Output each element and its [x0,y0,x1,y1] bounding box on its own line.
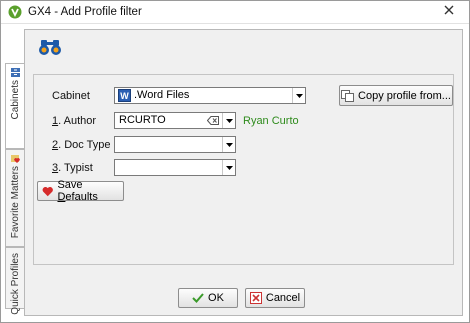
ok-button[interactable]: OK [178,288,238,308]
profile-fields-group: Cabinet W .Word Files Copy profile from.… [33,74,454,265]
tab-cabinets[interactable]: Cabinets [5,63,24,149]
svg-text:W: W [120,91,129,101]
cancel-label: Cancel [265,292,301,304]
cabinet-label: Cabinet [52,90,90,102]
tab-favorite-matters-label: Favorite Matters [9,166,21,239]
title-bar: GX4 - Add Profile filter [1,1,469,24]
typist-field[interactable] [114,159,236,176]
typist-dropdown-arrow[interactable] [222,160,235,175]
heart-folder-icon [10,155,20,163]
cancel-button[interactable]: Cancel [245,288,305,308]
copy-profile-label: Copy profile from... [358,89,451,102]
tab-quick-profiles-label: Quick Profiles [9,253,21,315]
chevron-down-icon [295,93,303,98]
cabinet-select[interactable]: W .Word Files [114,87,306,104]
author-field[interactable]: RCURTO [114,112,236,129]
author-full-name: Ryan Curto [243,115,299,127]
cancel-icon [249,292,262,304]
window-title: GX4 - Add Profile filter [28,6,142,18]
word-document-icon: W [118,89,131,102]
save-defaults-label: Save Defaults [57,179,98,203]
binoculars-icon [39,40,61,55]
cabinet-dropdown-arrow[interactable] [292,88,305,103]
side-tabs: Cabinets Favorite Matters Quick Profiles [5,29,24,315]
ok-label: OK [208,292,224,304]
tab-cabinets-label: Cabinets [9,80,21,120]
chevron-down-icon [225,142,233,147]
author-value: RCURTO [119,114,166,126]
tab-quick-profiles[interactable]: Quick Profiles [5,247,24,315]
main-panel: Cabinet W .Word Files Copy profile from.… [24,29,463,316]
chevron-down-icon [225,165,233,170]
typist-label: 3. Typist [52,162,93,174]
clear-field-icon[interactable] [207,116,219,125]
author-label: 1. Author [52,115,97,127]
save-defaults-button[interactable]: Save Defaults [37,179,124,203]
doc-type-label: 2. Doc Type [52,139,111,151]
close-button[interactable] [434,2,463,18]
close-icon [444,5,453,15]
checkmark-icon [192,293,204,303]
cabinet-value: .Word Files [134,89,190,101]
doc-type-dropdown-arrow[interactable] [222,137,235,152]
heart-icon [42,186,53,196]
cabinet-icon [10,68,20,77]
doc-type-field[interactable] [114,136,236,153]
copy-icon [341,89,355,102]
add-profile-filter-dialog: GX4 - Add Profile filter Cabinets Favori… [0,0,470,323]
gx4-app-icon [8,5,22,19]
tab-favorite-matters[interactable]: Favorite Matters [5,149,24,247]
author-dropdown-arrow[interactable] [222,113,235,128]
copy-profile-button[interactable]: Copy profile from... [339,85,453,106]
chevron-down-icon [225,118,233,123]
